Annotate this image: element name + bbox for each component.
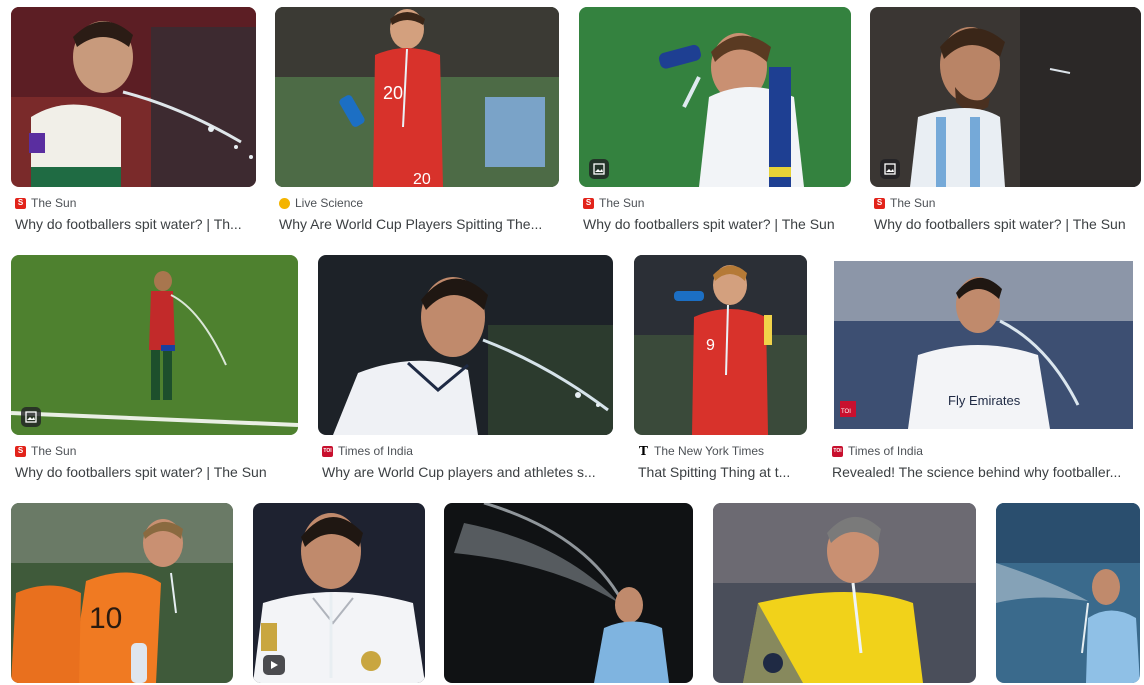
result-thumbnail[interactable] bbox=[253, 503, 425, 683]
image-result[interactable]: S The Sun Why do footballers spit water?… bbox=[579, 7, 851, 235]
result-source[interactable]: TOI Times of India bbox=[832, 443, 1139, 459]
result-thumbnail[interactable] bbox=[579, 7, 851, 187]
result-source[interactable]: T The New York Times bbox=[638, 443, 807, 459]
image-result[interactable] bbox=[713, 503, 976, 683]
image-result[interactable]: 9 T The New York Times That Spitting Thi… bbox=[634, 255, 807, 483]
result-title[interactable]: Why are World Cup players and athletes s… bbox=[322, 463, 613, 481]
result-title[interactable]: Revealed! The science behind why footbal… bbox=[832, 463, 1139, 481]
live-science-favicon-icon bbox=[279, 197, 290, 209]
image-icon bbox=[21, 407, 41, 427]
the-sun-favicon-icon: S bbox=[15, 197, 26, 209]
result-title[interactable]: Why do footballers spit water? | The Sun bbox=[874, 215, 1141, 233]
result-source[interactable]: TOI Times of India bbox=[322, 443, 613, 459]
result-thumbnail[interactable] bbox=[11, 7, 256, 187]
the-sun-favicon-icon: S bbox=[583, 197, 594, 209]
shorts-number: 20 bbox=[413, 171, 431, 187]
image-results-grid: S The Sun Why do footballers spit water?… bbox=[0, 0, 1144, 685]
result-title[interactable]: Why do footballers spit water? | Th... bbox=[15, 215, 256, 233]
source-name: The Sun bbox=[890, 196, 936, 210]
result-thumbnail[interactable]: 10 bbox=[11, 503, 233, 683]
result-thumbnail[interactable] bbox=[996, 503, 1140, 683]
image-icon bbox=[880, 159, 900, 179]
result-source[interactable]: S The Sun bbox=[874, 195, 1141, 211]
source-name: Times of India bbox=[338, 444, 413, 458]
result-thumbnail[interactable]: 20 20 bbox=[275, 7, 559, 187]
nyt-favicon-icon: T bbox=[639, 444, 648, 458]
result-title[interactable]: Why do footballers spit water? | The Sun bbox=[15, 463, 298, 481]
shirt-number: 9 bbox=[706, 337, 715, 354]
image-result[interactable]: S The Sun Why do footballers spit water?… bbox=[11, 7, 256, 235]
image-result[interactable]: Fly Emirates TOI TOI Times of India Reve… bbox=[828, 255, 1139, 483]
shirt-number: 10 bbox=[89, 602, 122, 635]
result-source[interactable]: S The Sun bbox=[15, 443, 298, 459]
result-title[interactable]: Why do footballers spit water? | The Sun bbox=[583, 215, 851, 233]
result-thumbnail[interactable] bbox=[318, 255, 613, 435]
toi-logo-text: TOI bbox=[841, 409, 851, 415]
image-result[interactable] bbox=[253, 503, 425, 683]
result-source[interactable]: Live Science bbox=[279, 195, 559, 211]
result-thumbnail[interactable]: Fly Emirates TOI bbox=[828, 255, 1139, 435]
image-result[interactable]: 20 20 Live Science Why Are World Cup Pla… bbox=[275, 7, 559, 235]
image-result[interactable] bbox=[444, 503, 693, 683]
image-result[interactable]: 10 bbox=[11, 503, 233, 683]
times-of-india-favicon-icon: TOI bbox=[832, 445, 843, 457]
image-result[interactable]: TOI Times of India Why are World Cup pla… bbox=[318, 255, 613, 483]
image-result[interactable]: S The Sun Why do footballers spit water?… bbox=[870, 7, 1141, 235]
source-name: The New York Times bbox=[654, 444, 765, 458]
source-name: The Sun bbox=[31, 444, 77, 458]
result-title[interactable]: That Spitting Thing at t... bbox=[638, 463, 807, 481]
result-thumbnail[interactable] bbox=[870, 7, 1141, 187]
video-icon bbox=[263, 655, 285, 675]
result-source[interactable]: S The Sun bbox=[15, 195, 256, 211]
source-name: The Sun bbox=[599, 196, 645, 210]
source-name: Times of India bbox=[848, 444, 923, 458]
image-icon bbox=[589, 159, 609, 179]
result-thumbnail[interactable] bbox=[713, 503, 976, 683]
result-source[interactable]: S The Sun bbox=[583, 195, 851, 211]
the-sun-favicon-icon: S bbox=[874, 197, 885, 209]
source-name: The Sun bbox=[31, 196, 77, 210]
result-thumbnail[interactable]: 9 bbox=[634, 255, 807, 435]
image-result[interactable] bbox=[996, 503, 1140, 683]
shirt-number: 20 bbox=[383, 83, 403, 103]
result-thumbnail[interactable] bbox=[444, 503, 693, 683]
times-of-india-favicon-icon: TOI bbox=[322, 445, 333, 457]
shirt-sponsor: Fly Emirates bbox=[948, 393, 1021, 408]
image-result[interactable]: S The Sun Why do footballers spit water?… bbox=[11, 255, 298, 483]
the-sun-favicon-icon: S bbox=[15, 445, 26, 457]
result-title[interactable]: Why Are World Cup Players Spitting The..… bbox=[279, 215, 559, 233]
source-name: Live Science bbox=[295, 196, 364, 210]
result-thumbnail[interactable] bbox=[11, 255, 298, 435]
